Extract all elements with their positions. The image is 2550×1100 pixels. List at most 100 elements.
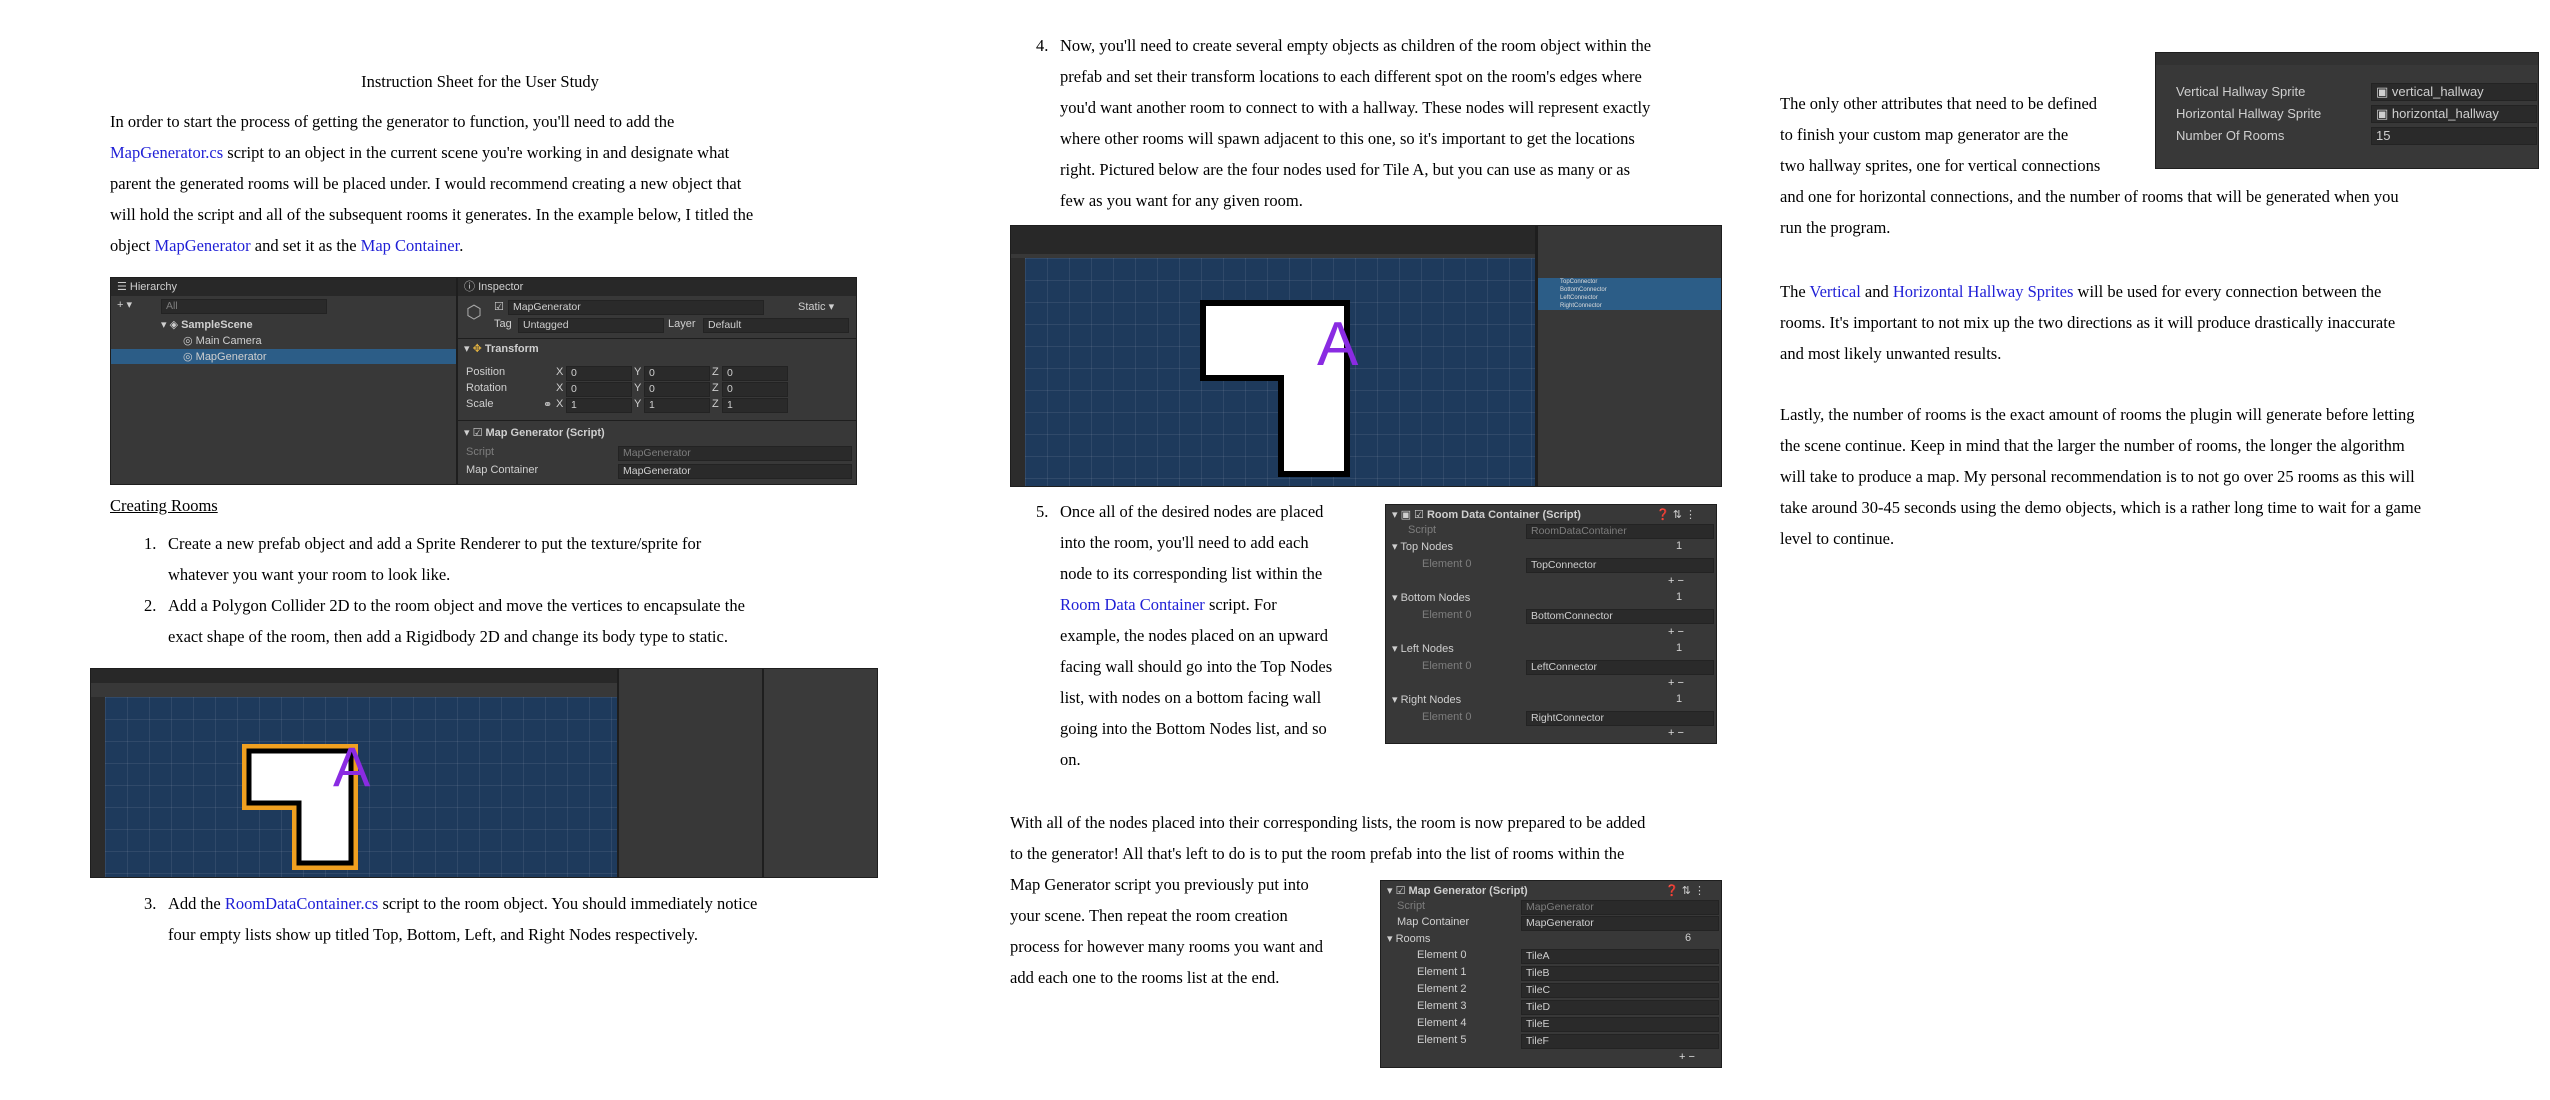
top-nodes-name: Top Nodes (1400, 541, 1453, 553)
rooms-count[interactable]: 6 (1685, 932, 1691, 944)
room-letter: A (1317, 310, 1359, 379)
step-5-line-6: facing wall should go into the Top Nodes (1060, 657, 1333, 676)
hierarchy-tab[interactable]: ☰ Hierarchy (111, 278, 456, 296)
room-element-5-field[interactable]: TileF (1521, 1034, 1719, 1049)
left-node-field[interactable]: LeftConnector (1526, 660, 1714, 675)
top-connector-item[interactable]: TopConnector (1560, 278, 1607, 286)
bottom-nodes-label[interactable]: ▾ Bottom Nodes (1392, 591, 1470, 604)
scale-z[interactable]: 1 (722, 398, 788, 413)
left-nodes-count[interactable]: 1 (1676, 642, 1682, 654)
bottom-add-remove[interactable]: + − (1668, 626, 1684, 638)
intro-line-5-b: and set it as the (250, 236, 361, 255)
right-connector-item[interactable]: RightConnector (1560, 302, 1607, 310)
bottom-nodes-count[interactable]: 1 (1676, 591, 1682, 603)
layer-dropdown[interactable]: Default (703, 318, 849, 333)
map-container-link: Map Container (360, 236, 460, 255)
left-add-remove[interactable]: + − (1668, 677, 1684, 689)
mg-container-field[interactable]: MapGenerator (1521, 916, 1719, 931)
rdc-title: Room Data Container (Script) (1426, 509, 1581, 521)
room-element-1-field[interactable]: TileB (1521, 966, 1719, 981)
link-icon[interactable]: ⚭ (543, 398, 552, 411)
unity-screenshot-nodes: A TopConnector BottomConnector LeftConne… (1010, 225, 1722, 487)
sprites-b: and (1860, 282, 1893, 301)
object-name-text: MapGenerator (513, 301, 581, 313)
add-icon[interactable]: + ▾ (117, 298, 132, 311)
number-of-rooms-field[interactable]: 15 (2371, 127, 2537, 145)
room-element-0-field[interactable]: TileA (1521, 949, 1719, 964)
room-data-container-link: Room Data Container (1060, 595, 1205, 614)
step-3-post: script to the room object. You should im… (378, 894, 758, 913)
hierarchy-node-list: TopConnector BottomConnector LeftConnect… (1560, 278, 1607, 310)
rotation-x[interactable]: 0 (566, 382, 632, 397)
static-toggle[interactable]: Static ▾ (798, 300, 834, 313)
object-name-field[interactable]: MapGenerator (508, 300, 764, 315)
tag-value: Untagged (523, 319, 569, 331)
map-container-field[interactable]: MapGenerator (618, 464, 852, 479)
intro-line-5-c: . (459, 236, 464, 255)
mg-header[interactable]: ▾ ☑ Map Generator (Script) (1387, 884, 1528, 897)
scale-y[interactable]: 1 (644, 398, 710, 413)
x-axis-label: X (556, 398, 564, 410)
rooms-line-1: Lastly, the number of rooms is the exact… (1780, 405, 2415, 424)
scale-x[interactable]: 1 (566, 398, 632, 413)
room-letter: A (333, 735, 371, 798)
vertical-hallway-field[interactable]: ▣ vertical_hallway (2371, 83, 2537, 101)
left-nodes-label[interactable]: ▾ Left Nodes (1392, 642, 1454, 655)
hierarchy-item-mapgenerator[interactable] (111, 349, 456, 364)
top-element-label: Element 0 (1422, 558, 1472, 570)
tag-dropdown[interactable]: Untagged (518, 318, 664, 333)
map-container-label: Map Container (466, 464, 539, 476)
intro-line-2: MapGenerator.cs script to an object in t… (110, 137, 870, 168)
top-nodes-label[interactable]: ▾ Top Nodes (1392, 540, 1453, 553)
position-z[interactable]: 0 (722, 366, 788, 381)
rotation-y[interactable]: 0 (644, 382, 710, 397)
hierarchy-item-main-camera[interactable]: ◎ Main Camera (183, 334, 262, 347)
right-element-label: Element 0 (1422, 711, 1472, 723)
sprite-icon: ▣ (2376, 106, 2392, 121)
layer-value: Default (708, 319, 742, 331)
position-x[interactable]: 0 (566, 366, 632, 381)
final-line-1: With all of the nodes placed into their … (1010, 813, 1646, 832)
step-5-line-8: going into the Bottom Nodes list, and so (1060, 719, 1327, 738)
room-element-4-field[interactable]: TileE (1521, 1017, 1719, 1032)
bottom-connector-item[interactable]: BottomConnector (1560, 286, 1607, 294)
top-nodes-count[interactable]: 1 (1676, 540, 1682, 552)
right-node-field[interactable]: RightConnector (1526, 711, 1714, 726)
intro-line-5: object MapGenerator and set it as the Ma… (110, 230, 870, 261)
bottom-node-field[interactable]: BottomConnector (1526, 609, 1714, 624)
right-nodes-label[interactable]: ▾ Right Nodes (1392, 693, 1461, 706)
rooms-list-label[interactable]: ▾ Rooms (1387, 932, 1430, 945)
active-checkbox[interactable]: ☑ (494, 300, 504, 313)
top-node-field[interactable]: TopConnector (1526, 558, 1714, 573)
room-element-3-field[interactable]: TileD (1521, 1000, 1719, 1015)
step-3: 3. Add the RoomDataContainer.cs script t… (144, 888, 904, 950)
top-add-remove[interactable]: + − (1668, 575, 1684, 587)
scene-view: A (105, 697, 617, 877)
hallway-line-4: and one for horizontal connections, and … (1780, 187, 2399, 206)
right-add-remove[interactable]: + − (1668, 727, 1684, 739)
step-1-number: 1. (144, 534, 157, 553)
room-element-2-field[interactable]: TileC (1521, 983, 1719, 998)
map-generator-component-header[interactable]: ▾ ☑ Map Generator (Script) (464, 426, 605, 439)
step-3-line-1: Add the RoomDataContainer.cs script to t… (168, 888, 904, 919)
step-5-line-3: node to its corresponding list within th… (1060, 564, 1323, 583)
rotation-y-value: 0 (649, 383, 655, 395)
sprites-paragraph: The Vertical and Horizontal Hallway Spri… (1780, 276, 2500, 369)
steps-1-2: 1. Create a new prefab object and add a S… (144, 528, 884, 652)
hierarchy-search[interactable]: All (161, 299, 327, 314)
room-element-1-value: TileB (1526, 967, 1550, 979)
x-axis-label: X (556, 366, 564, 378)
rdc-header[interactable]: ▾ ▣ ☑ Room Data Container (Script) (1392, 508, 1581, 521)
rotation-z[interactable]: 0 (722, 382, 788, 397)
horizontal-hallway-field[interactable]: ▣ horizontal_hallway (2371, 105, 2537, 123)
component-menu-icons[interactable]: ❓ ⇅ ⋮ (1656, 508, 1696, 521)
inspector-tab[interactable]: ⓘ Inspector (458, 278, 856, 296)
right-nodes-count[interactable]: 1 (1676, 693, 1682, 705)
component-menu-icons[interactable]: ❓ ⇅ ⋮ (1665, 884, 1705, 897)
left-connector-item[interactable]: LeftConnector (1560, 294, 1607, 302)
transform-header[interactable]: ▾ ✥ Transform (464, 342, 539, 355)
position-y[interactable]: 0 (644, 366, 710, 381)
z-axis-label: Z (712, 398, 719, 410)
scene-label[interactable]: ▾ ◈ SampleScene (161, 318, 253, 331)
rooms-add-remove[interactable]: + − (1679, 1051, 1695, 1063)
